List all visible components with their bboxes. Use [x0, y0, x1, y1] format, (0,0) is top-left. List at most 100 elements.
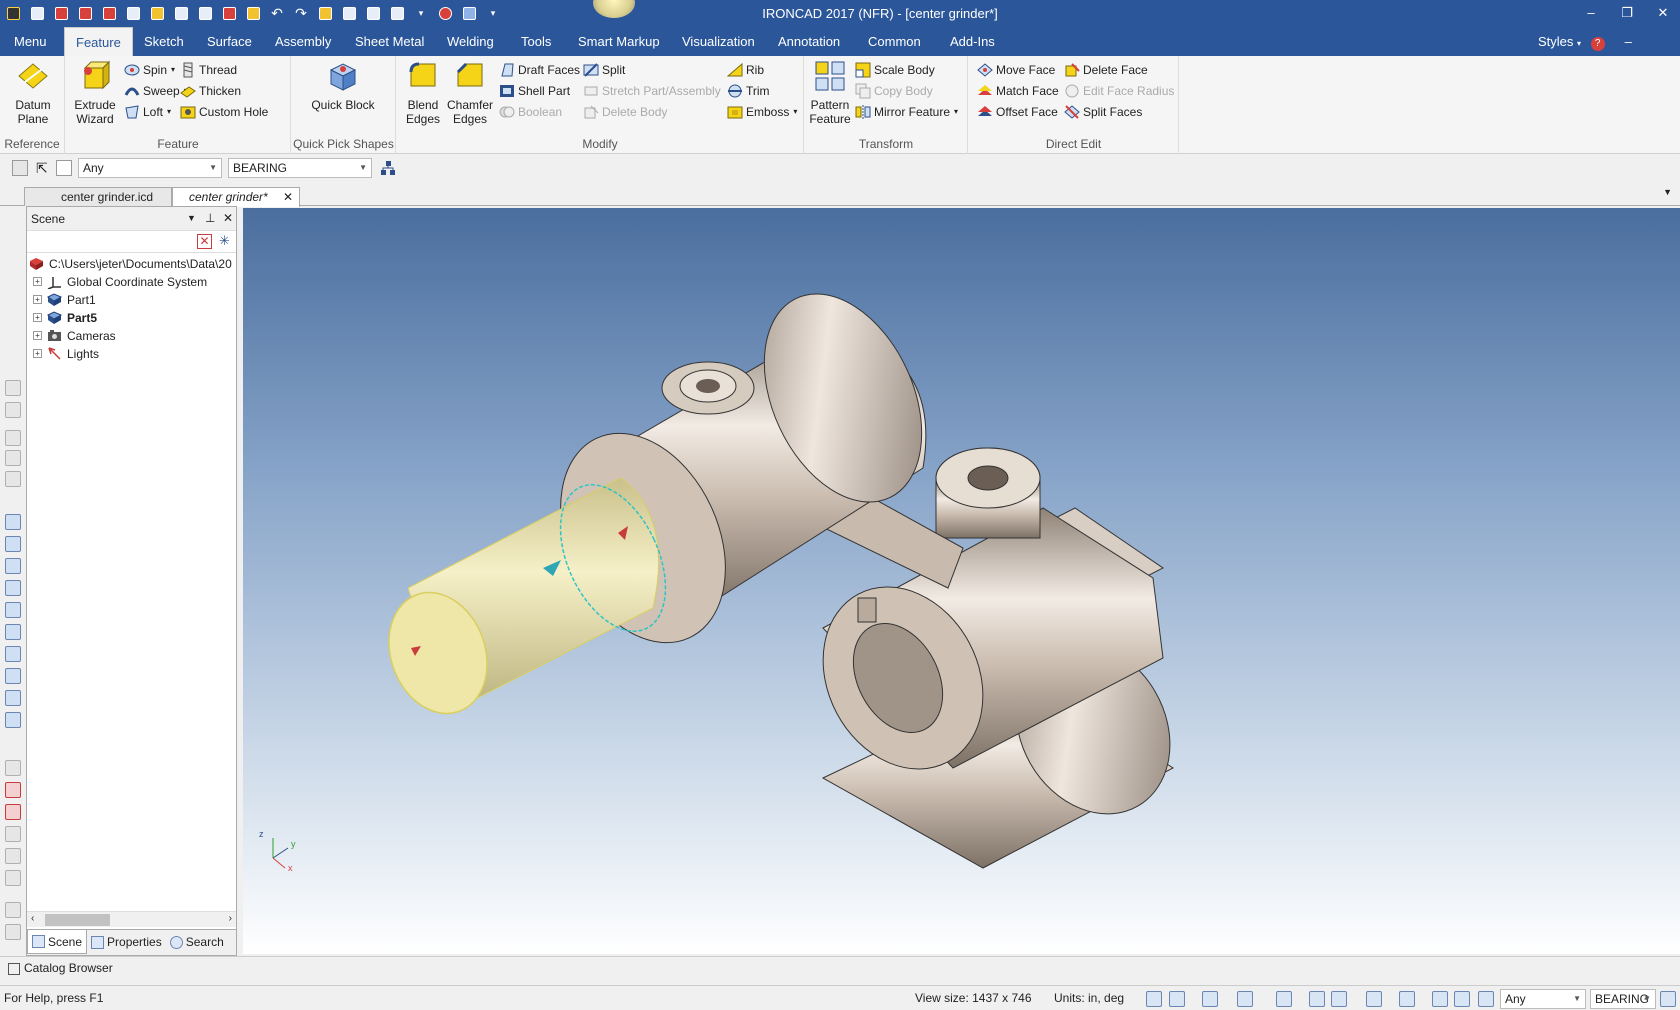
offset-face-button[interactable]: Offset Face [977, 102, 1058, 122]
draft-faces-button[interactable]: Draft Faces [499, 60, 580, 80]
mirror-feature-button[interactable]: Mirror Feature ▾ [855, 102, 958, 122]
assembly-status-icon[interactable] [1660, 991, 1676, 1007]
view-tool-5-icon[interactable] [5, 471, 21, 487]
back-view-icon[interactable] [5, 536, 21, 552]
filter-options-icon[interactable]: ✳ [217, 234, 232, 249]
scrollbar-thumb[interactable] [45, 914, 110, 926]
spin-button[interactable]: Spin ▾ [124, 60, 175, 80]
assembly-tree-icon[interactable] [380, 160, 396, 176]
expand-icon[interactable]: + [33, 349, 42, 358]
expand-icon[interactable]: + [33, 331, 42, 340]
tab-scene[interactable]: Scene [27, 930, 88, 954]
loft-button[interactable]: Loft ▾ [124, 102, 171, 122]
display-mode-icon[interactable] [1366, 991, 1382, 1007]
close-tab-icon[interactable]: ✕ [283, 188, 293, 206]
pin-icon[interactable]: ⊥ [205, 211, 215, 225]
help-menu-icon[interactable]: ? [1590, 37, 1605, 51]
view-tool-2-icon[interactable] [5, 402, 21, 418]
tab-add-ins[interactable]: Add-Ins [944, 27, 1001, 56]
trim-button[interactable]: Trim [727, 81, 770, 101]
snap-icon[interactable] [1276, 991, 1292, 1007]
tab-menu[interactable]: Menu [8, 27, 53, 56]
tab-annotation[interactable]: Annotation [772, 27, 846, 56]
delete-body-button[interactable]: Delete Body [583, 102, 667, 122]
pattern-feature-button[interactable]: Pattern Feature [809, 60, 851, 126]
datum-plane-button[interactable]: Datum Plane [6, 60, 60, 126]
tab-welding[interactable]: Welding [441, 27, 500, 56]
right-view-icon[interactable] [5, 580, 21, 596]
tab-sheet-metal[interactable]: Sheet Metal [349, 27, 430, 56]
3d-mode-icon[interactable] [1399, 991, 1415, 1007]
expand-icon[interactable]: + [33, 277, 42, 286]
selection-filter-combo[interactable]: Any ▼ [78, 158, 222, 178]
view-tool-1-icon[interactable] [5, 380, 21, 396]
thread-button[interactable]: Thread [180, 60, 237, 80]
tree-row-global-coordinate-system[interactable]: + Global Coordinate System [27, 273, 236, 291]
split-faces-button[interactable]: Split Faces [1064, 102, 1142, 122]
section-view-icon[interactable] [5, 804, 21, 820]
split-button[interactable]: Split [583, 60, 625, 80]
tree-row-part5[interactable]: + Part5 [27, 309, 236, 327]
expand-icon[interactable]: + [33, 313, 42, 322]
tab-visualization[interactable]: Visualization [676, 27, 761, 56]
boolean-button[interactable]: Boolean [499, 102, 562, 122]
iso-view-4-icon[interactable] [5, 712, 21, 728]
copy-body-button[interactable]: Copy Body [855, 81, 933, 101]
rotate-icon[interactable] [5, 848, 21, 864]
select-part-status-icon[interactable] [1478, 991, 1494, 1007]
close-button[interactable]: ✕ [1648, 4, 1678, 22]
scale-body-button[interactable]: Scale Body [855, 60, 935, 80]
3d-viewport[interactable]: z y x [243, 208, 1680, 954]
pointer-icon[interactable]: ⇱ [36, 160, 48, 177]
fasteners-icon[interactable] [5, 924, 21, 940]
tree-row-root[interactable]: C:\Users\jeter\Documents\Data\20 [27, 255, 236, 273]
model-render[interactable]: z y x [243, 208, 1680, 954]
glasses-icon[interactable] [1331, 991, 1347, 1007]
left-view-icon[interactable] [5, 558, 21, 574]
top-view-icon[interactable] [5, 602, 21, 618]
minimize-button[interactable]: – [1576, 4, 1606, 22]
view-tool-3-icon[interactable] [5, 430, 21, 446]
front-view-icon[interactable] [5, 514, 21, 530]
clear-filter-icon[interactable]: ✕ [197, 234, 212, 249]
zoom-icon[interactable] [1169, 991, 1185, 1007]
doc-tab-center-grinder-icd[interactable]: center grinder.icd [24, 187, 172, 206]
tab-surface[interactable]: Surface [201, 27, 258, 56]
material-icon[interactable] [1309, 991, 1325, 1007]
blend-edges-button[interactable]: Blend Edges [403, 60, 443, 126]
no-rotate-icon[interactable] [5, 870, 21, 886]
iso-view-3-icon[interactable] [5, 690, 21, 706]
selected-shaft[interactable] [373, 468, 687, 727]
scroll-left-icon[interactable]: ‹ [31, 913, 34, 924]
edit-face-radius-button[interactable]: Edit Face Radius [1064, 81, 1174, 101]
bottom-view-icon[interactable] [5, 624, 21, 640]
tabs-dropdown-icon[interactable]: ▼ [1663, 187, 1672, 197]
sweep-button[interactable]: Sweep▾ [124, 81, 188, 101]
hand-icon[interactable] [1432, 991, 1448, 1007]
sketch-tool-icon[interactable] [5, 902, 21, 918]
delete-face-button[interactable]: Delete Face [1064, 60, 1148, 80]
shaded-view-icon[interactable] [1237, 991, 1253, 1007]
panel-menu-icon[interactable]: ▼ [187, 213, 196, 223]
measure-icon[interactable] [5, 760, 21, 776]
render-mode-icon[interactable] [1202, 991, 1218, 1007]
tab-feature[interactable]: Feature [64, 27, 133, 56]
extrude-wizard-button[interactable]: Extrude Wizard [70, 60, 120, 126]
select-part-icon[interactable] [56, 160, 72, 176]
tab-search[interactable]: Search [166, 930, 228, 954]
selection-mode-icon[interactable] [12, 160, 28, 176]
move-face-button[interactable]: Move Face [977, 60, 1055, 80]
restore-button[interactable]: ❐ [1612, 4, 1642, 22]
panel-close-icon[interactable]: ✕ [223, 211, 233, 225]
section-icon[interactable] [5, 782, 21, 798]
stretch-button[interactable]: Stretch Part/Assembly [583, 81, 721, 101]
iso-view-2-icon[interactable] [5, 668, 21, 684]
tab-properties[interactable]: Properties [87, 930, 166, 954]
match-face-button[interactable]: Match Face [977, 81, 1059, 101]
status-part-combo[interactable]: BEARING ▼ [1590, 989, 1656, 1009]
zoom-fit-icon[interactable] [1146, 991, 1162, 1007]
tab-assembly[interactable]: Assembly [269, 27, 337, 56]
thicken-button[interactable]: Thicken [180, 81, 241, 101]
status-filter-combo[interactable]: Any ▼ [1500, 989, 1586, 1009]
view-tool-4-icon[interactable] [5, 450, 21, 466]
